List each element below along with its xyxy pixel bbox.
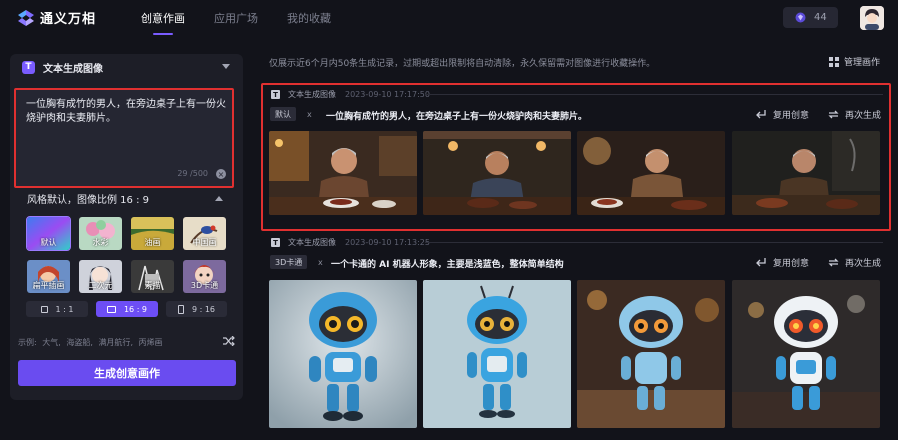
reuse-icon (756, 258, 766, 267)
top-bar: 通义万相 创意作画 应用广场 我的收藏 44 (0, 0, 898, 36)
manage-artworks-button[interactable]: 管理画作 (829, 55, 880, 68)
example-chip[interactable]: 满月航行 (98, 338, 130, 347)
regenerate-button[interactable]: 再次生成 (828, 256, 881, 269)
times-icon: x (318, 258, 323, 267)
example-chip[interactable]: 大气 (42, 338, 58, 347)
style-tile-flat[interactable]: 扁平插画 (27, 260, 70, 293)
example-chip[interactable]: 丙烯画 (139, 338, 163, 347)
style-label: 二次元 (88, 281, 113, 290)
style-tile-sketch[interactable]: 素描 (131, 260, 174, 293)
robot-image (423, 280, 571, 428)
char-counter: 29 /500 (177, 169, 208, 178)
ratio-label: 1 : 1 (55, 304, 74, 314)
style-tile-watercolor[interactable]: 水彩 (79, 217, 122, 250)
grid-icon (829, 56, 839, 67)
style-tile-chinese[interactable]: 中国画 (183, 217, 226, 250)
result-image[interactable] (577, 280, 725, 428)
generate-button[interactable]: 生成创意画作 (18, 360, 236, 386)
robot-image (732, 280, 880, 428)
avatar-icon (860, 6, 884, 30)
main-nav: 创意作画 应用广场 我的收藏 (141, 10, 360, 35)
text-to-image-icon: T (271, 238, 280, 247)
gem-icon (795, 12, 806, 23)
wide-ratio-icon (106, 305, 116, 313)
robot-image (577, 280, 725, 428)
result-image[interactable] (423, 280, 571, 428)
divider (425, 242, 883, 243)
style-tile-anime[interactable]: 二次元 (79, 260, 122, 293)
chevron-down-icon[interactable] (222, 64, 230, 69)
tall-ratio-icon (177, 304, 184, 314)
app-logo[interactable]: 通义万相 (17, 8, 96, 27)
style-label: 油画 (144, 238, 161, 247)
style-summary[interactable]: 风格默认，图像比例 16 : 9 (27, 191, 149, 206)
highlight-frame (261, 83, 891, 231)
examples-label: 示例: (18, 338, 37, 347)
style-label: 中国画 (192, 238, 217, 247)
style-label: 默认 (40, 238, 57, 247)
style-label: 扁平插画 (32, 281, 65, 290)
regen-label: 再次生成 (845, 259, 882, 269)
manage-label: 管理画作 (844, 58, 881, 68)
robot-image (269, 280, 417, 428)
retention-notice: 仅展示近6个月内50条生成记录，过期或超出限制将自动清除，永久保留需对图像进行收… (269, 59, 656, 69)
record-type: 文本生成图像 (288, 238, 336, 247)
prompt-text[interactable]: 一位胸有成竹的男人，在旁边桌子上有一份火烧驴肉和夫妻肺片。 (26, 98, 226, 126)
nav-my-favorites[interactable]: 我的收藏 (287, 10, 331, 26)
record-date: 2023-09-10 17:13:25 (345, 238, 430, 247)
style-label: 素描 (144, 281, 161, 290)
examples-row: 示例: 大气, 海盗船, 满月航行, 丙烯画 (18, 338, 163, 347)
result-image[interactable] (269, 280, 417, 428)
result-image[interactable] (732, 280, 880, 428)
user-avatar[interactable] (860, 6, 884, 30)
ratio-9-16-button[interactable]: 9 : 16 (166, 301, 227, 317)
reuse-label: 复用创意 (773, 259, 810, 269)
nav-app-square[interactable]: 应用广场 (214, 10, 258, 26)
panel-header[interactable]: T 文本生成图像 (10, 54, 243, 80)
style-tile-oil[interactable]: 油画 (131, 217, 174, 250)
refresh-icon (828, 258, 839, 267)
ratio-label: 9 : 16 (191, 304, 216, 314)
square-ratio-icon (40, 305, 48, 313)
logo-icon (18, 9, 34, 26)
style-label: 水彩 (92, 238, 109, 247)
credits-count: 44 (814, 12, 827, 23)
ratio-16-9-button[interactable]: 16 : 9 (96, 301, 158, 317)
style-tag: 3D卡通 (270, 255, 308, 269)
shuffle-icon[interactable] (223, 336, 235, 346)
record-meta: T 文本生成图像 2023-09-10 17:13:25 (271, 237, 430, 248)
example-chip[interactable]: 海盗船 (66, 338, 90, 347)
credits-badge[interactable]: 44 (783, 7, 838, 28)
record-prompt: 一个卡通的 AI 机器人形象，主要是浅蓝色，整体简单结构 (331, 260, 564, 270)
panel-title: 文本生成图像 (43, 63, 103, 75)
ratio-1-1-button[interactable]: 1 : 1 (26, 301, 88, 317)
style-label: 3D卡通 (190, 281, 219, 290)
style-tile-default[interactable]: 默认 (26, 216, 71, 251)
reuse-idea-button[interactable]: 复用创意 (756, 256, 809, 269)
clear-icon[interactable]: × (216, 169, 226, 179)
chevron-up-icon[interactable] (215, 196, 223, 201)
text-to-image-icon: T (22, 60, 35, 74)
ratio-label: 16 : 9 (123, 304, 148, 314)
app-name: 通义万相 (40, 12, 97, 27)
nav-create[interactable]: 创意作画 (141, 10, 185, 35)
prompt-textarea[interactable]: 一位胸有成竹的男人，在旁边桌子上有一份火烧驴肉和夫妻肺片。 29 /500 × (14, 88, 234, 188)
style-tile-3d-cartoon[interactable]: 3D卡通 (183, 260, 226, 293)
